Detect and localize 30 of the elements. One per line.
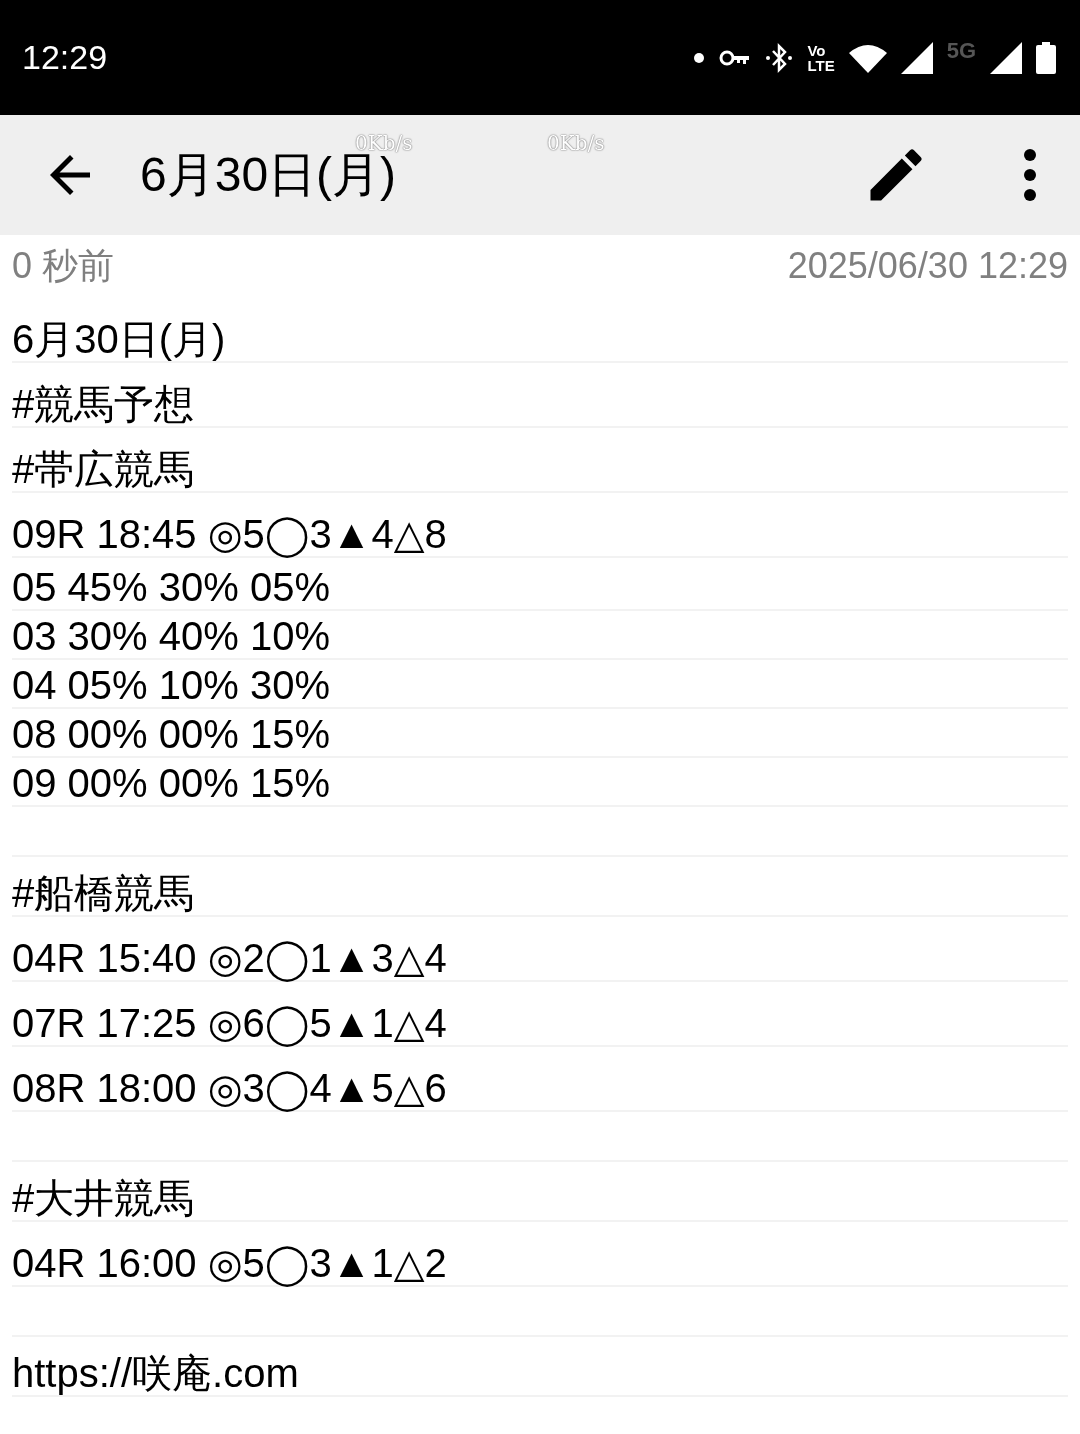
battery-icon <box>1036 41 1056 74</box>
network-speed: 0Kb/s <box>547 131 605 155</box>
relative-time: 0 秒前 <box>12 243 115 288</box>
note-line: #競馬予想 <box>12 384 195 426</box>
note-line: 07R 17:25 ◎6◯5▲1△4 <box>12 1003 447 1045</box>
note-line: 04R 15:40 ◎2◯1▲3△4 <box>12 938 447 980</box>
volte-indicator: Vo LTE <box>807 42 835 73</box>
network-speed: 0Kb/s <box>355 131 413 155</box>
note-line: 04 05% 10% 30% <box>12 665 330 707</box>
note-line: 05 45% 30% 05% <box>12 567 330 609</box>
bluetooth-icon <box>765 41 794 74</box>
note-line: 03 30% 40% 10% <box>12 616 330 658</box>
note-line: 08 00% 00% 15% <box>12 714 330 756</box>
notification-dot-icon <box>693 51 706 64</box>
key-icon <box>719 48 752 67</box>
note-line: 08R 18:00 ◎3◯4▲5△6 <box>12 1068 447 1110</box>
status-time: 12:29 <box>22 38 109 77</box>
note-line: https://咲庵.com <box>12 1353 299 1395</box>
note-line: #大井競馬 <box>12 1178 195 1220</box>
timestamp: 2025/06/30 12:29 <box>787 245 1068 287</box>
note-line: 09R 18:45 ◎5◯3▲4△8 <box>12 514 447 556</box>
note-line: #帯広競馬 <box>12 449 195 491</box>
note-line: 04R 16:00 ◎5◯3▲1△2 <box>12 1243 447 1285</box>
network-type: 5G <box>946 37 976 64</box>
wifi-icon <box>848 42 887 73</box>
note-line: 09 00% 00% 15% <box>12 763 330 805</box>
signal-icon <box>900 41 933 74</box>
note-line: #船橋競馬 <box>12 873 195 915</box>
signal-icon <box>990 41 1022 74</box>
note-line: 6月30日(月) <box>12 319 226 361</box>
